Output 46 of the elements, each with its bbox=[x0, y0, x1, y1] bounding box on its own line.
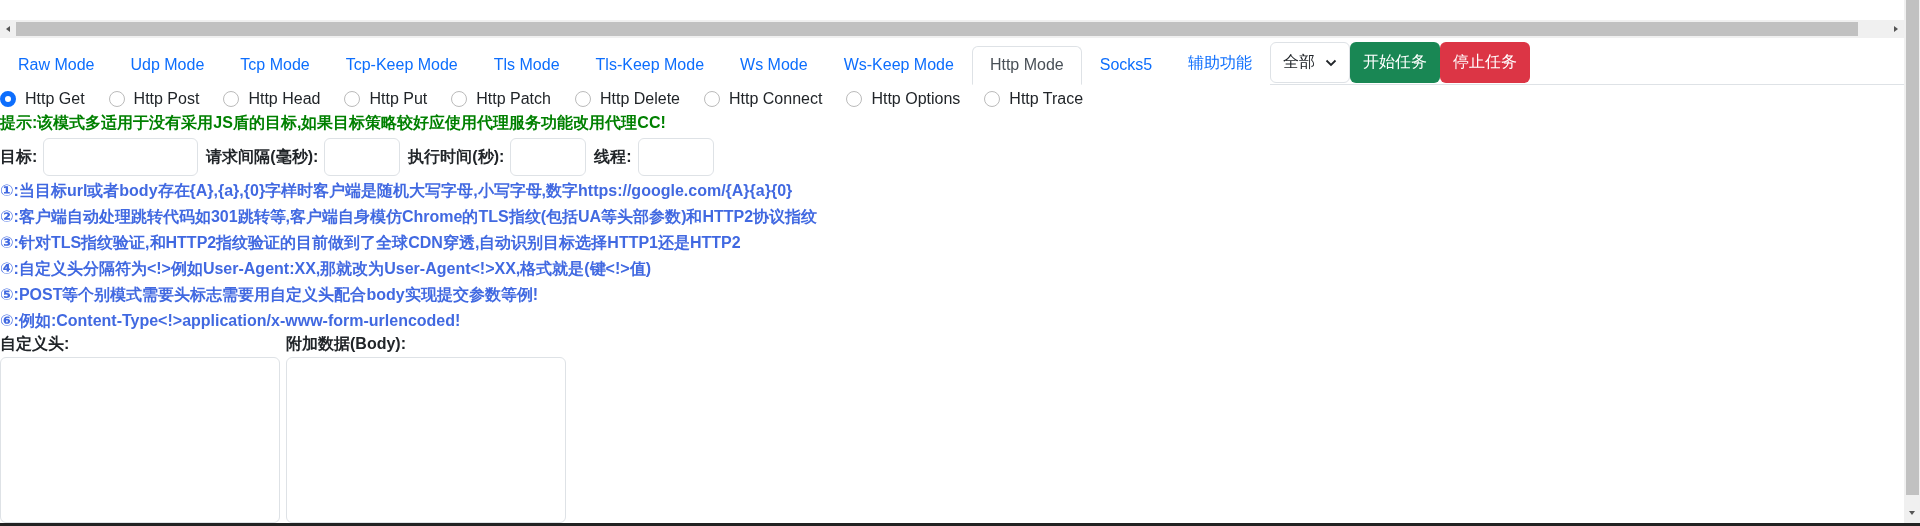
text-area[interactable] bbox=[0, 357, 280, 523]
radio-icon[interactable] bbox=[0, 90, 16, 107]
radio-icon[interactable] bbox=[984, 90, 1001, 107]
input-field[interactable] bbox=[637, 138, 714, 176]
note-text: ②:客户端自动处理跳转代码如301跳转等,客户端自身模仿Chrome的TLS指纹(包括UA等头部参数)和HTTP2协议指纹 bbox=[0, 207, 819, 227]
method-radio[interactable]: Http Options bbox=[846, 89, 961, 108]
note-text: ④:自定义头分隔符为<!>例如User-Agent:XX,那就改为User-Agent<!>XX,格式就是(键<!>值) bbox=[0, 259, 652, 279]
note-text: ③:针对TLS指纹验证,和HTTP2指纹验证的目前做到了全球CDN穿透,自动识别目标选择HTTP1还是HTTP2 bbox=[0, 233, 742, 253]
method-radio[interactable]: Http Trace bbox=[984, 89, 1084, 108]
method-radio[interactable]: Http Get bbox=[0, 89, 85, 108]
radio-icon[interactable] bbox=[344, 90, 361, 107]
text-area[interactable] bbox=[286, 357, 566, 523]
editor-label: 自定义头: bbox=[0, 334, 71, 354]
input-field[interactable] bbox=[510, 138, 587, 176]
radio-icon[interactable] bbox=[223, 90, 240, 107]
input-field[interactable] bbox=[43, 138, 199, 176]
editor-label: 附加数据(Body): bbox=[286, 334, 407, 354]
note-text: ⑤:POST等个别模式需要头标志需要用自定义头配合body实现提交参数等例! bbox=[0, 285, 539, 305]
radio-icon[interactable] bbox=[704, 90, 720, 107]
scroll-down-icon[interactable] bbox=[1908, 509, 1916, 517]
field-label: 目标: bbox=[0, 146, 38, 167]
note-text: ⑥:例如:Content-Type<!>application/x-www-form-urlencoded! bbox=[0, 311, 462, 331]
method-radio[interactable]: Http Put bbox=[344, 89, 428, 108]
method-radio[interactable]: Http Connect bbox=[704, 89, 823, 108]
mode-tab[interactable]: Http Mode bbox=[971, 46, 1082, 85]
vertical-scrollbar[interactable] bbox=[1904, 0, 1920, 523]
method-radio[interactable]: Http Patch bbox=[451, 89, 551, 108]
start-task-button[interactable]: 开始任务 bbox=[1350, 42, 1441, 83]
method-radio[interactable]: Http Head bbox=[223, 89, 321, 108]
field-label: 线程: bbox=[594, 146, 632, 167]
hint-text: 提示:该模式多适用于没有采用JS盾的目标,如果目标策略较好应使用代理服务功能改用代理CC! bbox=[0, 113, 667, 133]
stop-task-button[interactable]: 停止任务 bbox=[1440, 42, 1531, 83]
radio-icon[interactable] bbox=[451, 90, 468, 107]
scroll-right-icon[interactable] bbox=[1892, 25, 1900, 33]
method-radio[interactable]: Http Post bbox=[108, 89, 200, 108]
scroll-left-icon[interactable] bbox=[4, 25, 12, 33]
radio-icon[interactable] bbox=[846, 90, 863, 107]
field-label: 请求间隔(毫秒): bbox=[206, 146, 319, 167]
radio-icon[interactable] bbox=[574, 90, 591, 107]
method-radio[interactable]: Http Delete bbox=[574, 89, 680, 108]
note-text: ①:当目标url或者body存在{A},{a},{0}字样时客户端是随机大写字母,小写字母,数字https://google.com/{A}{a}{0} bbox=[0, 181, 794, 201]
radio-icon[interactable] bbox=[108, 90, 125, 107]
chevron-down-icon bbox=[1325, 58, 1338, 67]
horizontal-scrollbar[interactable] bbox=[0, 20, 1904, 38]
field-label: 执行时间(秒): bbox=[408, 146, 505, 167]
input-field[interactable] bbox=[324, 138, 401, 176]
